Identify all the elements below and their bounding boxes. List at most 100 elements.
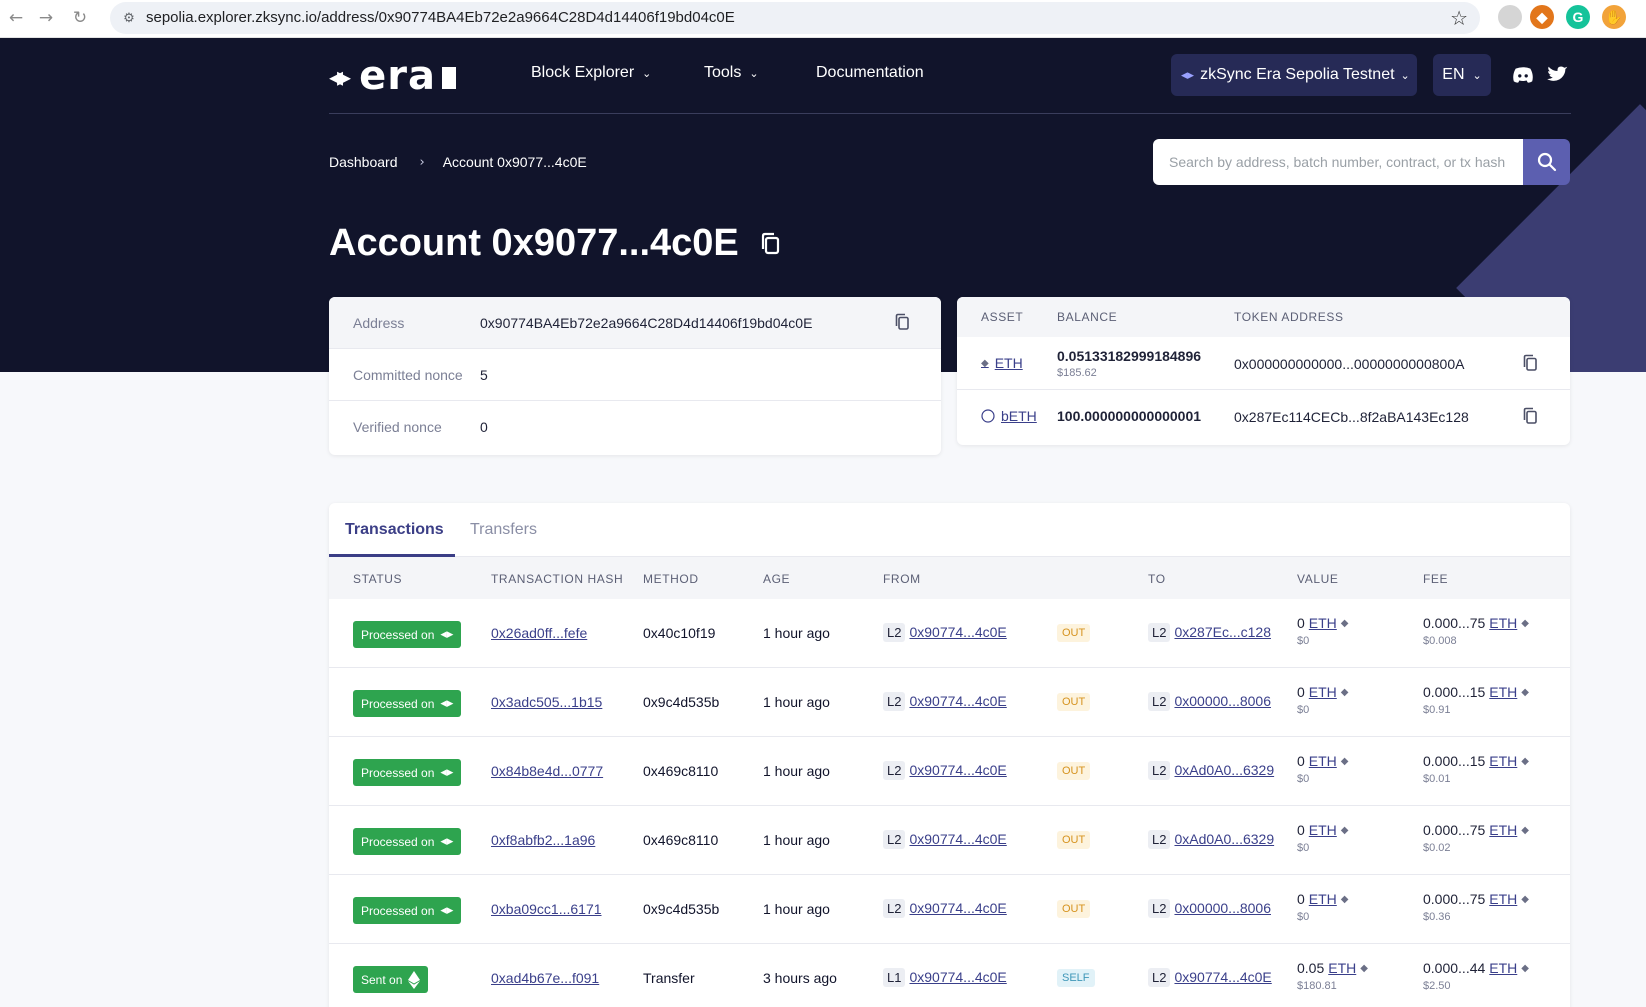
committed-nonce-row: Committed nonce 5 bbox=[329, 349, 941, 401]
fee-cell: 0.000...44 ETH ◆ $2.50 bbox=[1423, 960, 1529, 992]
era-logo[interactable]: ◂▸ era bbox=[329, 56, 456, 96]
direction-badge: OUT bbox=[1057, 762, 1091, 780]
copy-icon[interactable] bbox=[1522, 354, 1538, 372]
menu-block-explorer[interactable]: Block Explorer ⌄ bbox=[531, 64, 651, 82]
from-address-link[interactable]: 0x90774...4c0E bbox=[909, 693, 1006, 709]
status-label: Processed on bbox=[361, 627, 435, 642]
breadcrumb-dashboard[interactable]: Dashboard bbox=[329, 154, 398, 170]
age-value: 1 hour ago bbox=[763, 832, 830, 848]
transaction-hash-link[interactable]: 0xf8abfb2...1a96 bbox=[491, 832, 595, 848]
to-address-link[interactable]: 0xAd0A0...6329 bbox=[1174, 831, 1274, 847]
asset-name: ETH bbox=[994, 355, 1023, 371]
fee-usd: $0.91 bbox=[1423, 704, 1451, 716]
fee-cell: 0.000...15 ETH ◆ $0.01 bbox=[1423, 753, 1529, 785]
status-badge: Processed on ◂▸ bbox=[353, 621, 462, 648]
site-settings-icon[interactable]: ⚙ bbox=[120, 9, 138, 27]
value-token-link[interactable]: ETH bbox=[1328, 960, 1356, 976]
table-row: Processed on ◂▸ 0x84b8e4d...0777 0x469c8110… bbox=[329, 737, 1570, 806]
from-address-link[interactable]: 0x90774...4c0E bbox=[909, 900, 1006, 916]
metamask-fox-icon[interactable]: ◆ bbox=[1530, 5, 1554, 29]
fee-token-link[interactable]: ETH bbox=[1489, 684, 1517, 700]
value-token-link[interactable]: ETH bbox=[1309, 822, 1337, 838]
copy-icon[interactable] bbox=[759, 232, 781, 256]
value-token-link[interactable]: ETH bbox=[1309, 753, 1337, 769]
forward-arrow-icon[interactable]: → bbox=[34, 6, 58, 30]
asset-balance: 100.000000000000001 bbox=[1057, 408, 1202, 424]
url-text[interactable]: sepolia.explorer.zksync.io/address/0x907… bbox=[146, 9, 735, 26]
copy-icon[interactable] bbox=[894, 313, 910, 331]
to-cell: L2 0x00000...8006 bbox=[1148, 899, 1271, 918]
address-bar[interactable]: ⚙ sepolia.explorer.zksync.io/address/0x9… bbox=[110, 2, 1480, 34]
asset-name: bETH bbox=[1001, 408, 1037, 424]
fee-token-link[interactable]: ETH bbox=[1489, 753, 1517, 769]
eth-diamond-icon: ◆ bbox=[1340, 824, 1349, 836]
to-address-link[interactable]: 0x00000...8006 bbox=[1174, 900, 1271, 916]
menu-documentation[interactable]: Documentation bbox=[816, 64, 924, 82]
extension-orange-icon[interactable]: ✋ bbox=[1602, 5, 1626, 29]
fee-cell: 0.000...75 ETH ◆ $0.36 bbox=[1423, 891, 1529, 923]
status-badge: Processed on ◂▸ bbox=[353, 690, 462, 717]
value-cell: 0 ETH ◆ $0 bbox=[1297, 822, 1349, 854]
age-value: 1 hour ago bbox=[763, 694, 830, 710]
value-token-link[interactable]: ETH bbox=[1309, 684, 1337, 700]
tab-transfers[interactable]: Transfers bbox=[470, 521, 537, 539]
fee-token-link[interactable]: ETH bbox=[1489, 891, 1517, 907]
asset-link-beth[interactable]: bETH bbox=[981, 408, 1037, 424]
discord-icon[interactable] bbox=[1512, 66, 1534, 84]
fee-number: 0.000...75 bbox=[1423, 615, 1486, 631]
age-value: 3 hours ago bbox=[763, 970, 837, 986]
fee-usd: $0.01 bbox=[1423, 773, 1451, 785]
transaction-hash-link[interactable]: 0xad4b67e...f091 bbox=[491, 970, 599, 986]
extension-gray-icon[interactable] bbox=[1498, 5, 1522, 29]
chevron-down-icon: ⌄ bbox=[642, 66, 652, 80]
transaction-hash-link[interactable]: 0x3adc505...1b15 bbox=[491, 694, 602, 710]
age-value: 1 hour ago bbox=[763, 625, 830, 641]
direction-badge: OUT bbox=[1057, 831, 1091, 849]
menu-tools[interactable]: Tools ⌄ bbox=[704, 64, 759, 82]
fee-token-link[interactable]: ETH bbox=[1489, 822, 1517, 838]
transaction-hash-link[interactable]: 0x26ad0ff...fefe bbox=[491, 625, 587, 641]
tab-transactions[interactable]: Transactions bbox=[345, 521, 444, 539]
twitter-icon[interactable] bbox=[1547, 66, 1569, 84]
eth-diamond-icon: ◆ bbox=[1521, 755, 1529, 767]
value-token-link[interactable]: ETH bbox=[1309, 615, 1337, 631]
to-address-link[interactable]: 0xAd0A0...6329 bbox=[1174, 762, 1274, 778]
from-address-link[interactable]: 0x90774...4c0E bbox=[909, 624, 1006, 640]
transaction-hash-link[interactable]: 0xba09cc1...6171 bbox=[491, 901, 602, 917]
value-amount: 0 ETH ◆ bbox=[1297, 615, 1349, 631]
back-arrow-icon[interactable]: ← bbox=[4, 6, 28, 30]
language-selector[interactable]: EN ⌄ bbox=[1433, 54, 1491, 96]
from-address-link[interactable]: 0x90774...4c0E bbox=[909, 969, 1006, 985]
network-selector[interactable]: ◂▸ zkSync Era Sepolia Testnet ⌄ bbox=[1171, 54, 1417, 96]
status-label: Processed on bbox=[361, 834, 435, 849]
ethereum-icon bbox=[408, 970, 421, 989]
value-amount: 0 ETH ◆ bbox=[1297, 891, 1349, 907]
to-address-link[interactable]: 0x287Ec...c128 bbox=[1174, 624, 1271, 640]
search-button[interactable] bbox=[1523, 139, 1570, 185]
from-address-link[interactable]: 0x90774...4c0E bbox=[909, 831, 1006, 847]
value-number: 0 bbox=[1297, 684, 1305, 700]
reload-icon[interactable]: ↻ bbox=[68, 6, 92, 30]
to-address-link[interactable]: 0x90774...4c0E bbox=[1174, 969, 1271, 985]
search-input[interactable] bbox=[1153, 139, 1523, 185]
value-token-link[interactable]: ETH bbox=[1309, 891, 1337, 907]
token-address-column-header: TOKEN ADDRESS bbox=[1234, 310, 1344, 324]
language-label: EN bbox=[1442, 66, 1465, 83]
address-value: 0x90774BA4Eb72e2a9664C28D4d14406f19bd04c… bbox=[480, 315, 813, 331]
grammarly-icon[interactable]: G bbox=[1566, 5, 1590, 29]
copy-icon[interactable] bbox=[1522, 407, 1538, 425]
value-number: 0 bbox=[1297, 615, 1305, 631]
asset-link-eth[interactable]: ◆ ETH bbox=[981, 355, 1023, 371]
eth-diamond-icon: ◆ bbox=[1340, 893, 1349, 905]
assets-card: ASSET BALANCE TOKEN ADDRESS ◆ ETH 0.0513… bbox=[957, 297, 1570, 445]
transaction-hash-link[interactable]: 0x84b8e4d...0777 bbox=[491, 763, 603, 779]
menu-label: Documentation bbox=[816, 64, 924, 81]
fee-token-link[interactable]: ETH bbox=[1489, 960, 1517, 976]
from-address-link[interactable]: 0x90774...4c0E bbox=[909, 762, 1006, 778]
bookmark-star-icon[interactable]: ☆ bbox=[1450, 6, 1468, 30]
menu-label: Tools bbox=[704, 64, 742, 81]
to-address-link[interactable]: 0x00000...8006 bbox=[1174, 693, 1271, 709]
fee-token-link[interactable]: ETH bbox=[1489, 615, 1517, 631]
method-value: 0x40c10f19 bbox=[643, 625, 716, 641]
value-usd: $0 bbox=[1297, 635, 1310, 647]
